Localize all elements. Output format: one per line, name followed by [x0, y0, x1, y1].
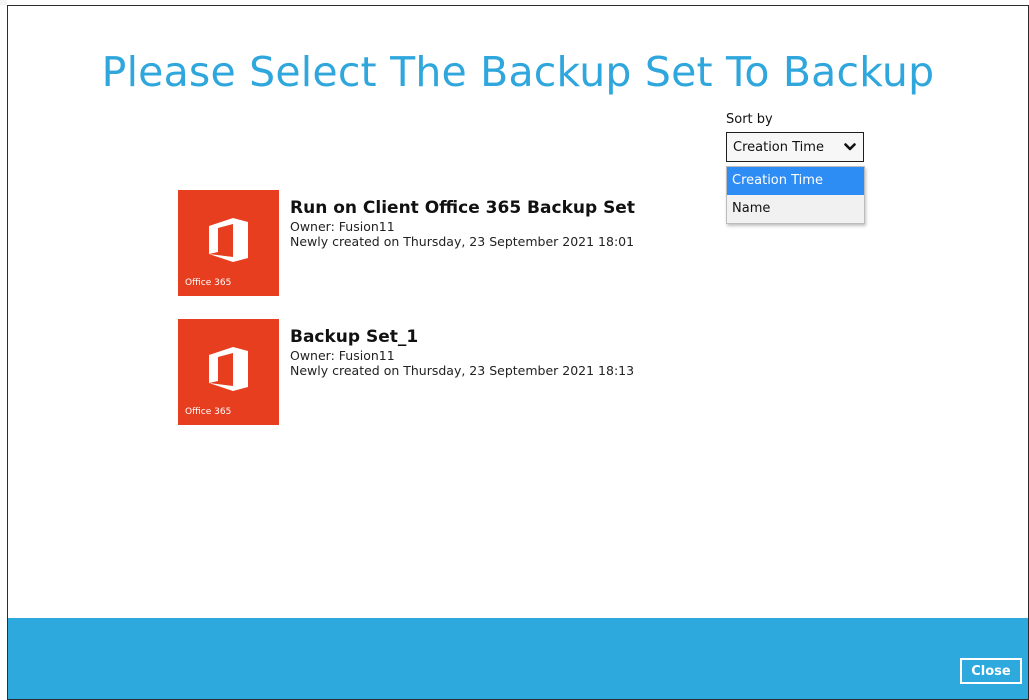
sort-by-label: Sort by [726, 112, 773, 127]
backup-set-info: Run on Client Office 365 Backup Set Owne… [290, 190, 635, 296]
close-button[interactable]: Close [960, 658, 1022, 684]
backup-set-owner: Owner: Fusion11 [290, 348, 395, 363]
backup-set-info: Backup Set_1 Owner: Fusion11 Newly creat… [290, 319, 634, 425]
tile-caption: Office 365 [185, 407, 232, 417]
sort-option-creation-time[interactable]: Creation Time [727, 167, 864, 195]
office-365-icon [209, 218, 248, 262]
backup-set-item[interactable]: Office 365 Run on Client Office 365 Back… [178, 190, 635, 296]
sort-by-select[interactable]: Creation Time [726, 132, 864, 162]
backup-set-selection-dialog: Please Select The Backup Set To Backup S… [7, 5, 1029, 700]
backup-set-tile[interactable]: Office 365 [178, 319, 279, 425]
sort-by-selected-value: Creation Time [733, 139, 824, 155]
office-365-icon [209, 347, 248, 391]
backup-set-created: Newly created on Thursday, 23 September … [290, 234, 635, 249]
backup-set-owner: Owner: Fusion11 [290, 219, 395, 234]
background-edge [0, 0, 7, 5]
backup-set-item[interactable]: Office 365 Backup Set_1 Owner: Fusion11 … [178, 319, 634, 425]
page-title: Please Select The Backup Set To Backup [101, 48, 935, 96]
sort-option-name[interactable]: Name [727, 195, 864, 223]
footer-bar: Close [8, 618, 1028, 699]
sort-by-dropdown-list: Creation Time Name [726, 166, 865, 224]
backup-set-name: Run on Client Office 365 Backup Set [290, 198, 635, 218]
backup-set-tile[interactable]: Office 365 [178, 190, 279, 296]
tile-caption: Office 365 [185, 278, 232, 288]
backup-set-created: Newly created on Thursday, 23 September … [290, 363, 635, 378]
backup-set-name: Backup Set_1 [290, 327, 419, 347]
chevron-down-icon [844, 143, 856, 151]
